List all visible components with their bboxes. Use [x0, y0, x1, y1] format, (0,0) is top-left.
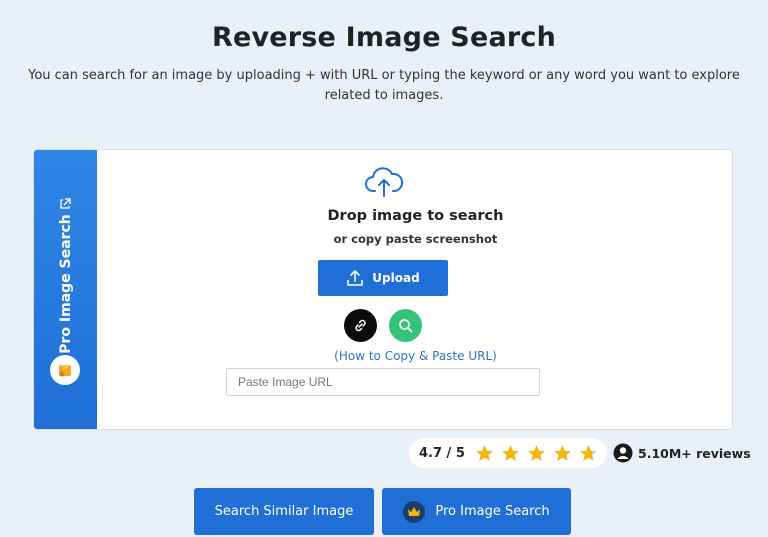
star-icon [528, 444, 545, 461]
link-icon [355, 319, 366, 332]
pro-image-search-tab[interactable]: Pro Image Search [34, 150, 97, 429]
rating-widget: 4.7 / 5 [409, 438, 607, 468]
page-title: Reverse Image Search [211, 22, 557, 53]
search-icon [399, 319, 413, 333]
search-url-button[interactable] [389, 309, 422, 342]
star-icon [554, 444, 571, 461]
pro-image-search-tab-label: Pro Image Search [57, 214, 74, 354]
star-icon [502, 444, 519, 461]
rating-score: 4.7 / 5 [419, 445, 465, 461]
crown-icon [403, 500, 426, 523]
cloud-upload-icon [365, 167, 404, 197]
drop-subtitle: or copy paste screenshot [333, 232, 498, 246]
drop-title: Drop image to search [327, 208, 504, 224]
star-icon [580, 444, 597, 461]
search-similar-image-label: Search Similar Image [214, 504, 354, 519]
upload-button-label: Upload [372, 271, 420, 285]
search-similar-image-button[interactable]: Search Similar Image [194, 488, 374, 535]
upload-button[interactable]: Upload [318, 260, 448, 296]
how-to-copy-paste-url-link[interactable]: (How to Copy & Paste URL) [97, 349, 732, 363]
user-icon [613, 443, 633, 463]
page-subtitle: You can search for an image by uploading… [28, 68, 740, 103]
badge-icon [50, 355, 80, 385]
external-link-icon [60, 198, 71, 209]
rating-stars [475, 444, 598, 463]
search-card: Pro Image Search Drop image to search or… [33, 149, 733, 430]
star-icon [476, 444, 493, 461]
upload-icon [347, 270, 364, 286]
pro-image-search-label: Pro Image Search [435, 504, 550, 519]
reviews-count-text: 5.10M+ reviews [638, 445, 751, 461]
paste-image-url-input[interactable] [226, 368, 540, 396]
reviews-count: 5.10M+ reviews [613, 442, 751, 464]
paste-link-button[interactable] [344, 309, 377, 342]
pro-image-search-button[interactable]: Pro Image Search [382, 488, 571, 535]
